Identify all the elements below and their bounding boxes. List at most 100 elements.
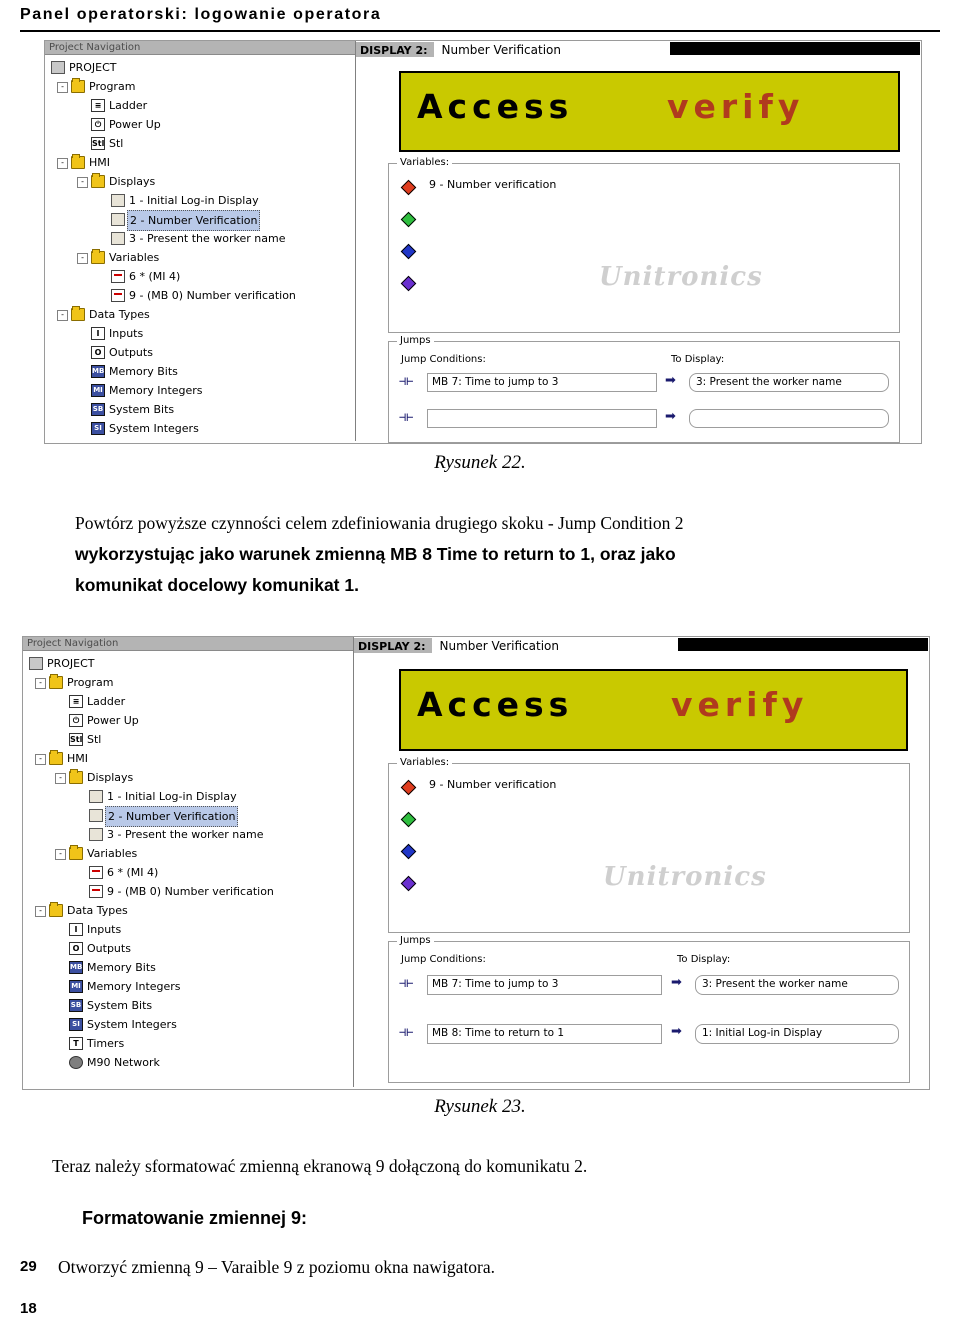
tree-item[interactable]: SI System Integers	[23, 1015, 353, 1034]
jump-target-field-2-1[interactable]: 3: Present the worker name	[695, 975, 899, 995]
tree-item[interactable]: - Displays	[23, 768, 353, 787]
tree-item[interactable]: M90 Network	[23, 1053, 353, 1072]
tree-item[interactable]: T Timers	[23, 1034, 353, 1053]
variable-marker-2[interactable]	[400, 211, 417, 228]
tree-item[interactable]: - Program	[23, 673, 353, 692]
tree-item[interactable]: - HMI	[23, 749, 353, 768]
variable-marker-1[interactable]	[400, 179, 417, 196]
tree-expander[interactable]: -	[55, 773, 66, 784]
jump-condition-field-2-1[interactable]: MB 7: Time to jump to 3	[427, 975, 662, 995]
tree-item[interactable]: ⏻ Power Up	[45, 115, 355, 134]
variable-marker-2-4[interactable]	[400, 875, 417, 892]
tree-item[interactable]: Stl Stl	[23, 730, 353, 749]
project-tree-2[interactable]: PROJECT - Program ≡ Ladder ⏻ Power Up Stl Stl - HM…	[23, 651, 353, 1072]
tree-item[interactable]: - Data Types	[45, 305, 355, 324]
tree-item-label: Memory Bits	[87, 961, 156, 974]
tree-item[interactable]: MB Memory Bits	[45, 362, 355, 381]
folder-icon	[71, 154, 85, 169]
tree-item[interactable]: I Inputs	[23, 920, 353, 939]
tree-item[interactable]: I Inputs	[45, 324, 355, 343]
tree-expander[interactable]: -	[77, 177, 88, 188]
tree-expander[interactable]: -	[57, 82, 68, 93]
tree-item[interactable]: MI Memory Integers	[45, 381, 355, 400]
tree-expander[interactable]: -	[35, 906, 46, 917]
tree-item[interactable]: - Program	[45, 77, 355, 96]
tree-item[interactable]: - Variables	[45, 248, 355, 267]
variable-icon	[111, 289, 125, 302]
folder-icon	[69, 845, 83, 860]
display-number-label: DISPLAY 2:	[356, 42, 434, 57]
tree-expander[interactable]: -	[35, 678, 46, 689]
tree-item[interactable]: O Outputs	[45, 343, 355, 362]
jump-condition-field-1[interactable]: MB 7: Time to jump to 3	[427, 373, 657, 392]
tree-item[interactable]: - HMI	[45, 153, 355, 172]
tree-item[interactable]: - Variables	[23, 844, 353, 863]
tree-item[interactable]: MB Memory Bits	[23, 958, 353, 977]
tree-item[interactable]: PROJECT	[45, 58, 355, 77]
tree-item-label: PROJECT	[69, 61, 117, 74]
tree-item-label: Data Types	[67, 904, 128, 917]
tree-item[interactable]: 2 - Number Verification	[45, 210, 355, 231]
tree-item-label: Power Up	[109, 118, 161, 131]
tree-expander[interactable]: -	[57, 158, 68, 169]
tree-item[interactable]: Stl Stl	[45, 134, 355, 153]
memory-bits-icon: MB	[91, 365, 105, 378]
tree-item[interactable]: - Data Types	[23, 901, 353, 920]
tree-item[interactable]: SB System Bits	[45, 400, 355, 419]
tree-item[interactable]: MI Memory Integers	[23, 977, 353, 996]
variables-caption: Variables:	[397, 157, 453, 168]
tree-item[interactable]: 6 * (MI 4)	[45, 267, 355, 286]
tree-item[interactable]: SB System Bits	[23, 996, 353, 1015]
screen-text-verify-2: verify	[671, 685, 809, 724]
tree-item-label: System Integers	[109, 422, 199, 435]
tree-item-label: System Bits	[109, 403, 175, 416]
folder-icon	[49, 902, 63, 917]
power-up-icon: ⏻	[91, 118, 105, 131]
tree-item[interactable]: 3 - Present the worker name	[45, 229, 355, 248]
tree-item[interactable]: 9 - (MB 0) Number verification	[45, 286, 355, 305]
tree-expander[interactable]: -	[77, 253, 88, 264]
memory-integers-icon: MI	[91, 384, 105, 397]
tree-item-label: Variables	[109, 251, 160, 264]
tree-item[interactable]: 9 - (MB 0) Number verification	[23, 882, 353, 901]
hmi-screen-preview[interactable]: Access verify	[399, 71, 900, 152]
tree-item[interactable]: 6 * (MI 4)	[23, 863, 353, 882]
jump-condition-field-2[interactable]	[427, 409, 657, 428]
paragraph-1-line-1: Powtórz powyższe czynności celem zdefini…	[75, 513, 684, 533]
tree-item-label: 3 - Present the worker name	[107, 828, 264, 841]
project-tree[interactable]: PROJECT - Program ≡ Ladder ⏻ Power Up Stl Stl - HM…	[45, 55, 355, 438]
tree-item[interactable]: PROJECT	[23, 654, 353, 673]
jump-target-field-2[interactable]	[689, 409, 889, 428]
tree-item-label: Stl	[87, 733, 102, 746]
tree-expander[interactable]: -	[57, 310, 68, 321]
tree-item[interactable]: O Outputs	[23, 939, 353, 958]
hmi-screen-preview-2[interactable]: Access verify	[399, 669, 908, 751]
tree-expander[interactable]: -	[55, 849, 66, 860]
unitronics-watermark: Unitronics	[599, 262, 763, 292]
tree-item[interactable]: SI System Integers	[45, 419, 355, 438]
tree-item[interactable]: ≡ Ladder	[23, 692, 353, 711]
jump-condition-field-2-2[interactable]: MB 8: Time to return to 1	[427, 1024, 662, 1044]
tree-item[interactable]: 1 - Initial Log-in Display	[23, 787, 353, 806]
variable-marker-4[interactable]	[400, 275, 417, 292]
jump-target-field-1[interactable]: 3: Present the worker name	[689, 373, 889, 392]
tree-item[interactable]: 1 - Initial Log-in Display	[45, 191, 355, 210]
variable-label-1: 9 - Number verification	[429, 178, 557, 191]
display-header-2: DISPLAY 2: Number Verification	[354, 637, 928, 654]
tree-item-label: System Integers	[87, 1018, 177, 1031]
tree-item[interactable]: ⏻ Power Up	[23, 711, 353, 730]
tree-item[interactable]: 2 - Number Verification	[23, 806, 353, 827]
variable-marker-2-3[interactable]	[400, 843, 417, 860]
tree-item-label: Memory Integers	[87, 980, 181, 993]
tree-item[interactable]: ≡ Ladder	[45, 96, 355, 115]
variable-marker-2-2[interactable]	[400, 811, 417, 828]
ladder-icon: ≡	[91, 99, 105, 112]
tree-expander[interactable]: -	[35, 754, 46, 765]
variable-marker-3[interactable]	[400, 243, 417, 260]
tree-item[interactable]: - Displays	[45, 172, 355, 191]
jump-target-field-2-2[interactable]: 1: Initial Log-in Display	[695, 1024, 899, 1044]
display-icon	[111, 232, 125, 245]
inputs-icon: I	[91, 327, 105, 340]
tree-item[interactable]: 3 - Present the worker name	[23, 825, 353, 844]
variable-marker-2-1[interactable]	[400, 779, 417, 796]
